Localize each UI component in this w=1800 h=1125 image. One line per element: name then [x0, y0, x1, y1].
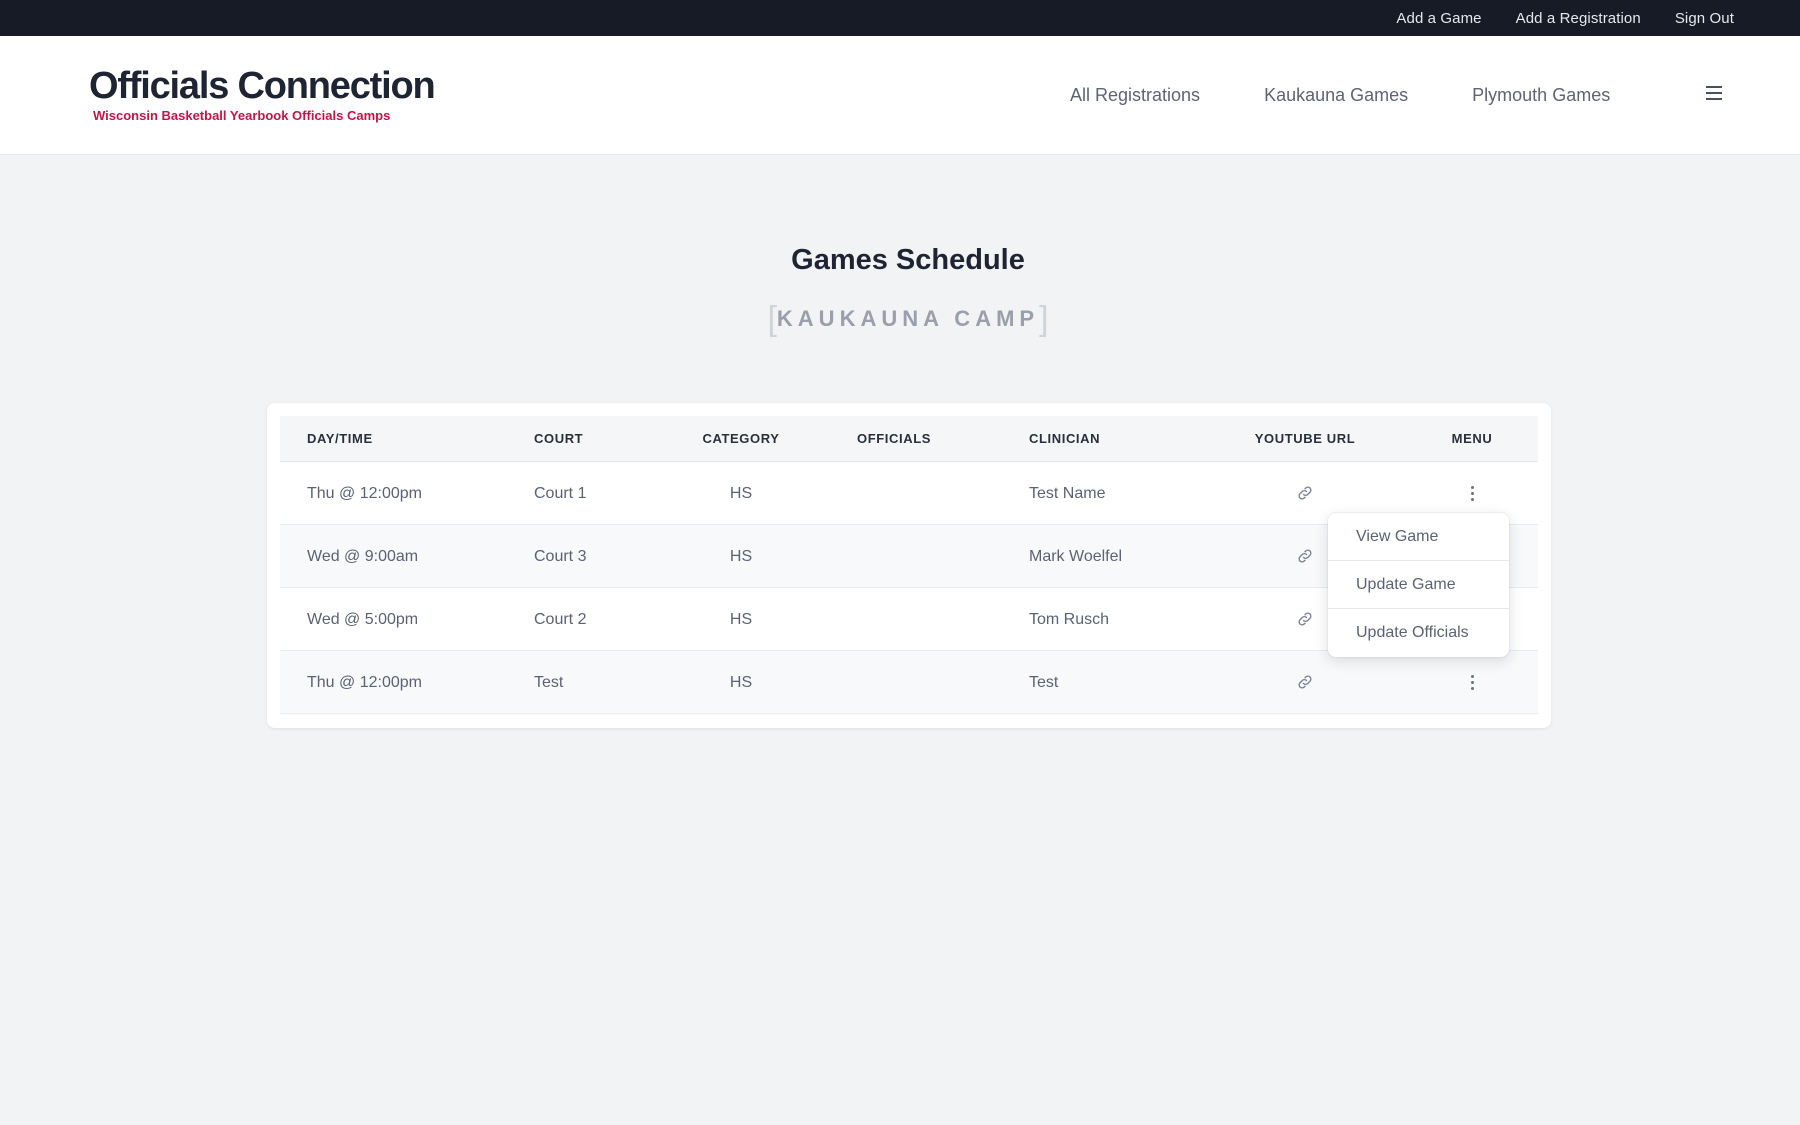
- cell-court: Court 2: [534, 611, 587, 628]
- link-icon[interactable]: [1296, 673, 1314, 691]
- page-title: Games Schedule: [791, 244, 1025, 276]
- cell-court: Test: [534, 674, 564, 691]
- brand-title: Officials Connection: [89, 65, 436, 107]
- cell-clinician: Test: [1029, 674, 1059, 691]
- cell-court: Court 1: [534, 485, 587, 502]
- cell-clinician: Test Name: [1029, 485, 1106, 502]
- cell-court: Court 3: [534, 548, 587, 565]
- camp-name: KAUKAUNA CAMP: [776, 306, 1040, 331]
- bracket-close: ]: [1039, 300, 1049, 338]
- kebab-menu-icon[interactable]: [1466, 483, 1478, 503]
- add-game-link[interactable]: Add a Game: [1396, 10, 1481, 27]
- cell-category: HS: [729, 611, 753, 628]
- cell-category: HS: [729, 548, 753, 565]
- column-header-youtube-url: YOUTUBE URL: [1254, 431, 1356, 446]
- kebab-menu-icon[interactable]: [1466, 672, 1478, 692]
- camp-subtitle: [KAUKAUNA CAMP]: [0, 300, 1800, 339]
- cell-category: HS: [729, 674, 753, 691]
- bracket-open: [: [767, 300, 777, 338]
- column-header-officials: OFFICIALS: [857, 431, 932, 446]
- menu-item-update-game[interactable]: Update Game: [1328, 561, 1509, 609]
- brand-subtitle: Wisconsin Basketball Yearbook Officials …: [93, 108, 391, 123]
- table-row: Thu @ 12:00pm Test HS Test: [280, 651, 1538, 714]
- row-menu-dropdown: View Game Update Game Update Officials: [1328, 513, 1509, 657]
- column-header-court: COURT: [534, 431, 584, 446]
- cell-daytime: Wed @ 5:00pm: [307, 611, 419, 628]
- brand-logo[interactable]: Officials Connection Wisconsin Basketbal…: [89, 64, 436, 124]
- cell-clinician: Mark Woelfel: [1029, 548, 1123, 565]
- nav-all-registrations[interactable]: All Registrations: [1070, 85, 1200, 106]
- column-header-category: CATEGORY: [702, 431, 780, 446]
- column-header-clinician: CLINICIAN: [1029, 431, 1101, 446]
- nav-plymouth-games[interactable]: Plymouth Games: [1472, 85, 1610, 106]
- site-header: Officials Connection Wisconsin Basketbal…: [0, 36, 1800, 155]
- sign-out-link[interactable]: Sign Out: [1675, 10, 1734, 27]
- column-header-daytime: DAY/TIME: [307, 431, 373, 446]
- menu-item-update-officials[interactable]: Update Officials: [1328, 609, 1509, 657]
- main-nav: All Registrations Kaukauna Games Plymout…: [1070, 36, 1674, 155]
- column-header-menu: MENU: [1451, 431, 1493, 446]
- cell-daytime: Thu @ 12:00pm: [307, 485, 422, 502]
- add-registration-link[interactable]: Add a Registration: [1516, 10, 1641, 27]
- table-header: DAY/TIME COURT CATEGORY OFFICIALS CLINIC…: [280, 416, 1538, 462]
- nav-kaukauna-games[interactable]: Kaukauna Games: [1264, 85, 1408, 106]
- cell-category: HS: [729, 485, 753, 502]
- link-icon[interactable]: [1296, 610, 1314, 628]
- cell-daytime: Thu @ 12:00pm: [307, 674, 422, 691]
- menu-item-view-game[interactable]: View Game: [1328, 513, 1509, 561]
- cell-daytime: Wed @ 9:00am: [307, 548, 419, 565]
- link-icon[interactable]: [1296, 547, 1314, 565]
- link-icon[interactable]: [1296, 484, 1314, 502]
- hamburger-icon[interactable]: [1706, 83, 1724, 103]
- cell-clinician: Tom Rusch: [1029, 611, 1110, 628]
- utility-bar: Add a Game Add a Registration Sign Out: [0, 0, 1800, 36]
